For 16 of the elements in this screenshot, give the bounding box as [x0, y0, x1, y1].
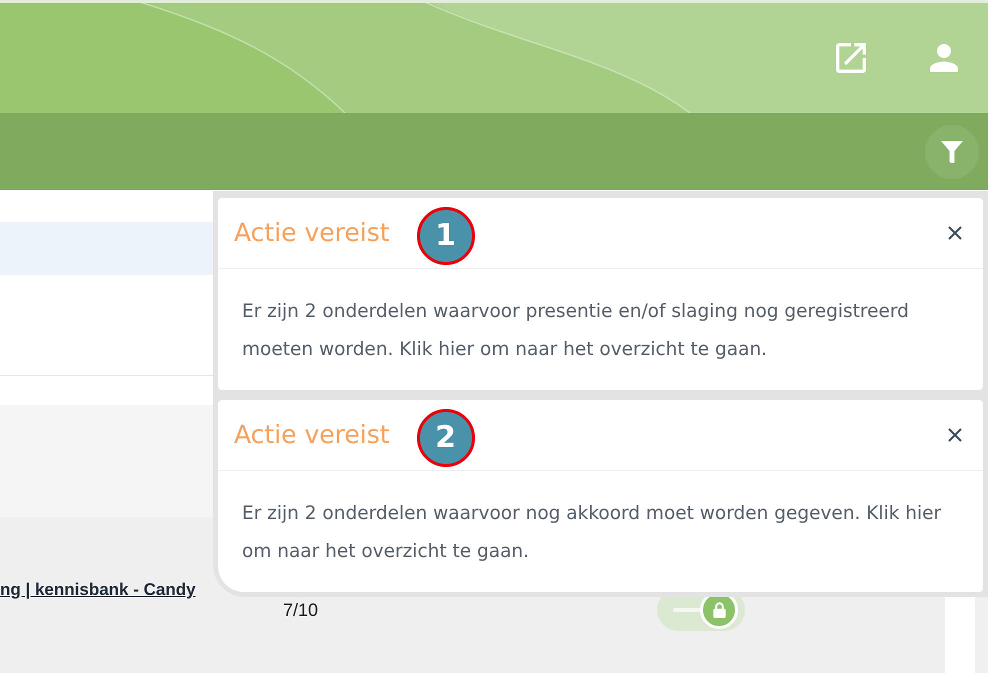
- close-icon[interactable]: [948, 428, 962, 442]
- notification-message: Er zijn 2 onderdelen waarvoor presentie en/of slaging nog geregistreerd moeten worden. Klik hier om naar het overzicht te gaan.: [241, 300, 910, 362]
- user-icon[interactable]: [930, 44, 958, 72]
- document-link[interactable]: ng | kennisbank - Candy: [0, 580, 196, 599]
- external-link-icon[interactable]: [836, 42, 866, 72]
- notification-message: Er zijn 2 onderdelen waarvoor nog akkoord moet worden gegeven. Klik hier om naar het overzicht te gaan.: [241, 502, 942, 564]
- notification-card[interactable]: Actie vereist 2 Er zijn 2 onderdelen waarvoor nog akkoord moet worden gegeven. Klik hier om naar het overzicht te gaan.: [218, 400, 983, 592]
- score-text: 7/10: [283, 600, 318, 620]
- close-icon[interactable]: [948, 226, 962, 240]
- number-badge: 2: [416, 408, 475, 466]
- number-badge: 1: [416, 206, 475, 264]
- lock-icon: [712, 602, 726, 618]
- filter-icon: [941, 140, 963, 162]
- notification-title: Actie vereist: [234, 218, 390, 248]
- notification-title: Actie vereist: [234, 420, 390, 450]
- notification-card[interactable]: Actie vereist 1 Er zijn 2 onderdelen waarvoor presentie en/of slaging nog geregistreerd moeten worden. Klik hier om naar het overzicht te gaan.: [218, 198, 983, 390]
